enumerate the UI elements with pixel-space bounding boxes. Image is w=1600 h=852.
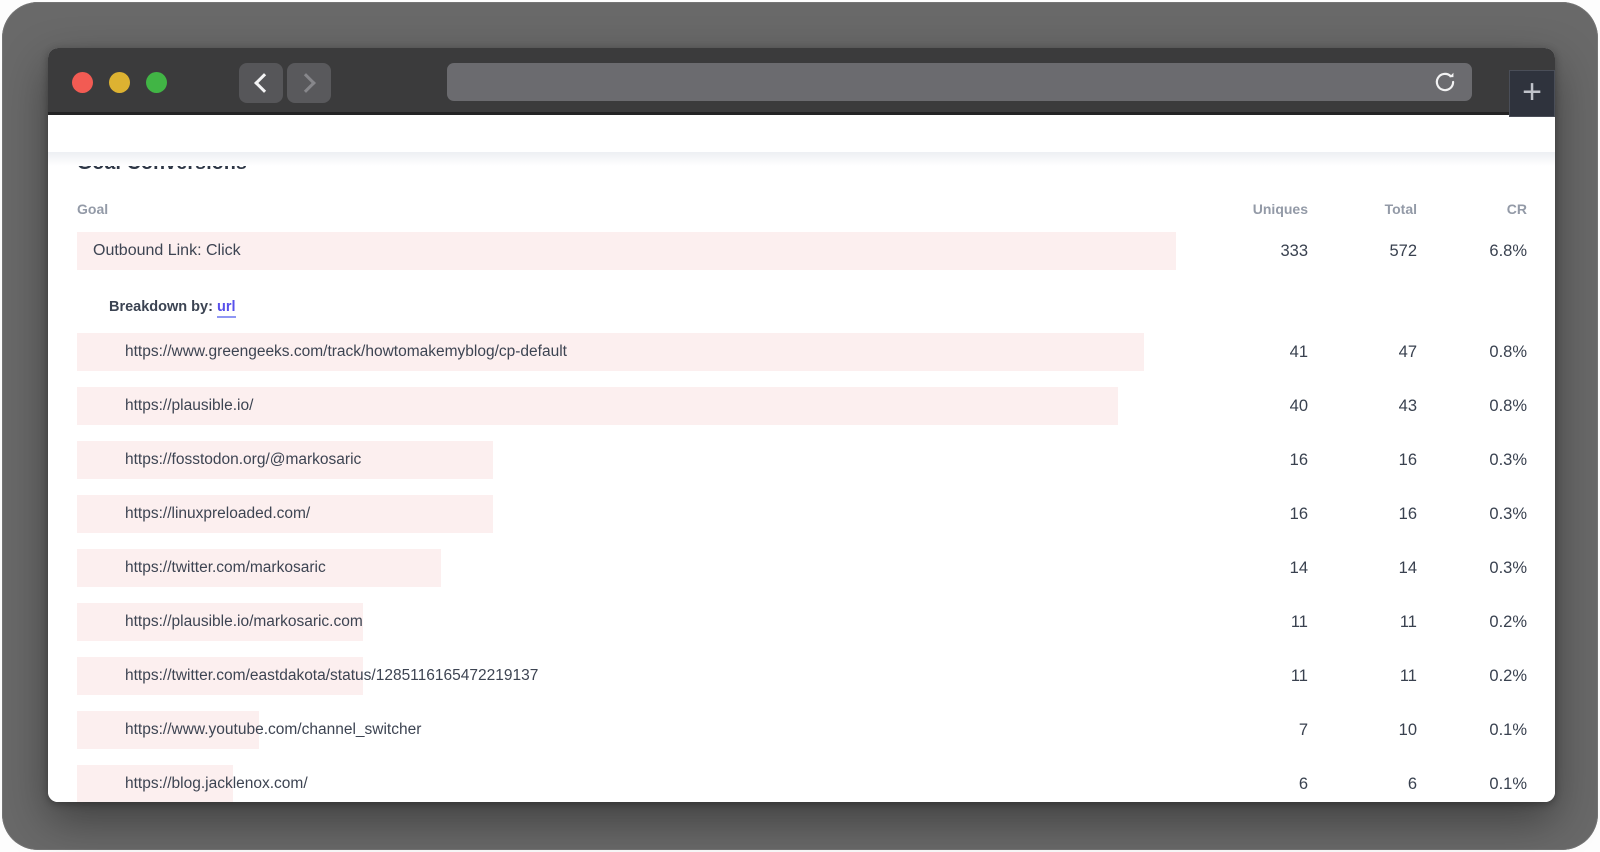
row-total: 14 xyxy=(1308,559,1417,578)
url-label: https://twitter.com/eastdakota/status/12… xyxy=(109,657,1176,695)
breakdown-row[interactable]: https://twitter.com/eastdakota/status/12… xyxy=(77,657,1527,695)
row-uniques: 11 xyxy=(1176,667,1308,686)
breakdown-row[interactable]: https://fosstodon.org/@markosaric16160.3… xyxy=(77,441,1527,479)
goal-total: 572 xyxy=(1308,242,1417,261)
plus-icon: + xyxy=(1522,75,1542,109)
url-bar-cell: https://twitter.com/eastdakota/status/12… xyxy=(77,657,1176,695)
row-cr: 0.8% xyxy=(1417,343,1527,362)
row-total: 43 xyxy=(1308,397,1417,416)
goal-cr: 6.8% xyxy=(1417,242,1527,261)
row-uniques: 16 xyxy=(1176,451,1308,470)
row-cr: 0.3% xyxy=(1417,451,1527,470)
chevron-left-icon xyxy=(254,73,274,93)
row-total: 10 xyxy=(1308,721,1417,740)
breakdown-rows: https://www.greengeeks.com/track/howtoma… xyxy=(77,333,1527,802)
breakdown-by: Breakdown by: url xyxy=(109,299,1527,315)
breakdown-link-url[interactable]: url xyxy=(217,299,236,318)
row-uniques: 14 xyxy=(1176,559,1308,578)
url-bar-cell: https://www.greengeeks.com/track/howtoma… xyxy=(77,333,1176,371)
url-bar-cell: https://twitter.com/markosaric xyxy=(77,549,1176,587)
row-total: 16 xyxy=(1308,451,1417,470)
browser-toolbar: + xyxy=(48,48,1555,115)
goal-bar-cell: Outbound Link: Click xyxy=(77,232,1176,270)
row-uniques: 40 xyxy=(1176,397,1308,416)
new-tab-button[interactable]: + xyxy=(1509,70,1555,117)
url-label: https://plausible.io/markosaric.com xyxy=(109,603,1176,641)
url-bar[interactable] xyxy=(447,63,1472,101)
url-label: https://blog.jacklenox.com/ xyxy=(109,765,1176,802)
refresh-icon[interactable] xyxy=(1432,69,1458,95)
mockup-card: + Goal Conversions Goal Uniques Total CR… xyxy=(2,2,1598,850)
row-total: 47 xyxy=(1308,343,1417,362)
url-bar-cell: https://blog.jacklenox.com/ xyxy=(77,765,1176,802)
url-bar-cell: https://fosstodon.org/@markosaric xyxy=(77,441,1176,479)
traffic-lights xyxy=(72,72,167,93)
breakdown-row[interactable]: https://plausible.io/markosaric.com11110… xyxy=(77,603,1527,641)
goal-row[interactable]: Outbound Link: Click 333 572 6.8% xyxy=(77,232,1527,270)
row-total: 6 xyxy=(1308,775,1417,794)
chevron-right-icon xyxy=(296,73,316,93)
column-header-total: Total xyxy=(1308,201,1417,217)
row-total: 16 xyxy=(1308,505,1417,524)
url-label: https://linuxpreloaded.com/ xyxy=(109,495,1176,533)
minimize-window-button[interactable] xyxy=(109,72,130,93)
forward-button[interactable] xyxy=(287,63,331,103)
breakdown-label: Breakdown by: xyxy=(109,299,213,315)
top-fade xyxy=(48,152,1555,166)
row-cr: 0.1% xyxy=(1417,775,1527,794)
url-bar-cell: https://linuxpreloaded.com/ xyxy=(77,495,1176,533)
column-header-goal: Goal xyxy=(77,201,1176,217)
goal-uniques: 333 xyxy=(1176,242,1308,261)
url-label: https://www.greengeeks.com/track/howtoma… xyxy=(109,333,1176,371)
breakdown-row[interactable]: https://linuxpreloaded.com/16160.3% xyxy=(77,495,1527,533)
back-button[interactable] xyxy=(239,63,283,103)
column-header-cr: CR xyxy=(1417,201,1527,217)
breakdown-row[interactable]: https://blog.jacklenox.com/660.1% xyxy=(77,765,1527,802)
column-header-uniques: Uniques xyxy=(1176,201,1308,217)
row-cr: 0.8% xyxy=(1417,397,1527,416)
url-bar-cell: https://plausible.io/ xyxy=(77,387,1176,425)
url-bar-cell: https://plausible.io/markosaric.com xyxy=(77,603,1176,641)
backdrop: + Goal Conversions Goal Uniques Total CR… xyxy=(0,0,1600,852)
url-label: https://fosstodon.org/@markosaric xyxy=(109,441,1176,479)
url-label: https://twitter.com/markosaric xyxy=(109,549,1176,587)
url-label: https://plausible.io/ xyxy=(109,387,1176,425)
url-label: https://www.youtube.com/channel_switcher xyxy=(109,711,1176,749)
row-total: 11 xyxy=(1308,667,1417,686)
close-window-button[interactable] xyxy=(72,72,93,93)
url-bar-cell: https://www.youtube.com/channel_switcher xyxy=(77,711,1176,749)
row-uniques: 6 xyxy=(1176,775,1308,794)
browser-window: + Goal Conversions Goal Uniques Total CR… xyxy=(48,48,1555,802)
row-cr: 0.2% xyxy=(1417,667,1527,686)
row-cr: 0.2% xyxy=(1417,613,1527,632)
row-uniques: 11 xyxy=(1176,613,1308,632)
report-panel: Goal Conversions Goal Uniques Total CR O… xyxy=(48,152,1555,802)
row-uniques: 7 xyxy=(1176,721,1308,740)
row-cr: 0.1% xyxy=(1417,721,1527,740)
zoom-window-button[interactable] xyxy=(146,72,167,93)
goal-name: Outbound Link: Click xyxy=(77,232,1176,270)
table-header: Goal Uniques Total CR xyxy=(77,201,1527,217)
row-uniques: 41 xyxy=(1176,343,1308,362)
breakdown-row[interactable]: https://www.greengeeks.com/track/howtoma… xyxy=(77,333,1527,371)
breakdown-row[interactable]: https://twitter.com/markosaric14140.3% xyxy=(77,549,1527,587)
row-cr: 0.3% xyxy=(1417,559,1527,578)
row-total: 11 xyxy=(1308,613,1417,632)
row-uniques: 16 xyxy=(1176,505,1308,524)
row-cr: 0.3% xyxy=(1417,505,1527,524)
breakdown-row[interactable]: https://plausible.io/40430.8% xyxy=(77,387,1527,425)
breakdown-row[interactable]: https://www.youtube.com/channel_switcher… xyxy=(77,711,1527,749)
